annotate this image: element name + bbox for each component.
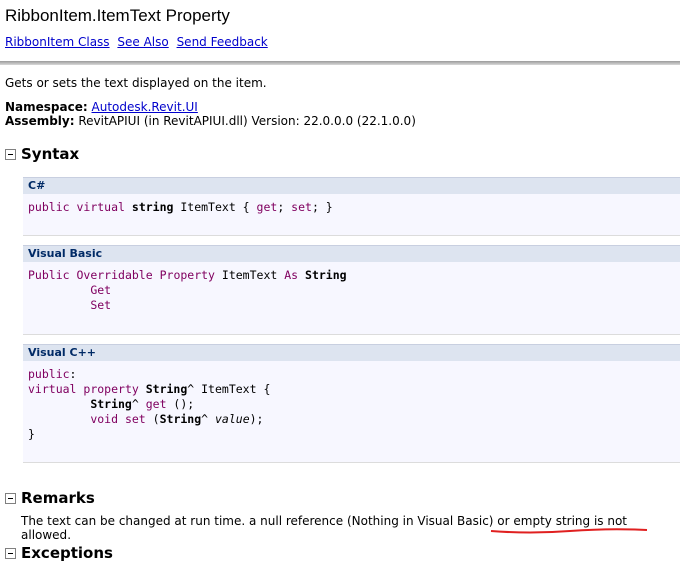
- namespace-link[interactable]: Autodesk.Revit.UI: [92, 100, 198, 114]
- code-lang-label: Visual Basic: [23, 245, 680, 262]
- collapse-icon[interactable]: [5, 547, 16, 559]
- section-remarks[interactable]: Remarks: [5, 489, 95, 507]
- header-divider: [0, 61, 680, 65]
- section-syntax[interactable]: Syntax: [5, 145, 79, 163]
- code-block-vb: Visual Basic Public Overridable Property…: [23, 245, 680, 335]
- link-see-also[interactable]: See Also: [117, 35, 168, 49]
- assembly-value: RevitAPIUI (in RevitAPIUI.dll) Version: …: [78, 114, 416, 128]
- collapse-icon[interactable]: [5, 148, 16, 160]
- assembly-label: Assembly:: [5, 114, 75, 128]
- code-lang-label: Visual C++: [23, 344, 680, 361]
- link-send-feedback[interactable]: Send Feedback: [177, 35, 268, 49]
- link-ribbonitem-class[interactable]: RibbonItem Class: [5, 35, 110, 49]
- red-underline-annotation: [490, 528, 648, 534]
- section-title: Exceptions: [21, 544, 113, 562]
- collapse-icon[interactable]: [5, 492, 16, 504]
- page-header: RibbonItem.ItemText Property RibbonItem …: [0, 0, 680, 66]
- code-vb[interactable]: Public Overridable Property ItemText As …: [23, 262, 680, 319]
- code-block-cpp: Visual C++ public: virtual property Stri…: [23, 344, 680, 463]
- code-lang-label: C#: [23, 177, 680, 194]
- code-csharp[interactable]: public virtual string ItemText { get; se…: [23, 194, 680, 221]
- summary-text: Gets or sets the text displayed on the i…: [5, 76, 267, 90]
- code-cpp[interactable]: public: virtual property String^ ItemTex…: [23, 361, 680, 448]
- namespace-info: Namespace: Autodesk.Revit.UI Assembly: R…: [5, 100, 416, 128]
- namespace-label: Namespace:: [5, 100, 88, 114]
- section-exceptions[interactable]: Exceptions: [5, 544, 113, 562]
- header-links: RibbonItem Class See Also Send Feedback: [5, 35, 272, 49]
- page-title: RibbonItem.ItemText Property: [5, 6, 230, 25]
- section-title: Syntax: [21, 145, 80, 163]
- section-title: Remarks: [21, 489, 95, 507]
- code-block-csharp: C# public virtual string ItemText { get;…: [23, 177, 680, 236]
